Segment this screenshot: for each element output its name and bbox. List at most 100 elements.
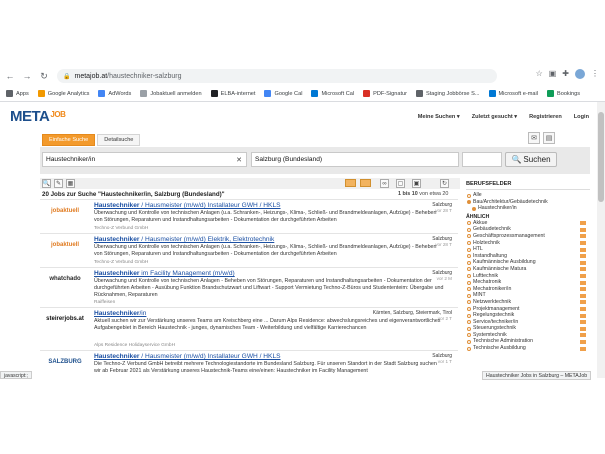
radio-icon[interactable] — [467, 300, 471, 305]
company-logo[interactable]: whatchado — [42, 271, 88, 287]
pin-icon[interactable]: ✎ — [54, 179, 63, 188]
company-logo[interactable]: steirerjobs.at — [42, 311, 88, 327]
location-input[interactable]: Salzburg (Bundesland) — [251, 152, 459, 167]
similar-item[interactable]: Mechatroniker/in — [466, 286, 590, 293]
print-icon[interactable]: ▢ — [396, 179, 405, 188]
similar-item[interactable]: Regelungstechnik — [466, 312, 590, 319]
company-logo[interactable]: jobaktuell — [42, 237, 88, 253]
clear-icon[interactable]: ✕ — [236, 156, 242, 164]
nav-login[interactable]: Login — [574, 114, 589, 120]
radio-icon[interactable] — [467, 260, 471, 265]
back-arrow-icon[interactable]: ← — [3, 69, 17, 83]
result-title-link[interactable]: Haustechniker / Hausmeister (m/w/d) Inst… — [94, 353, 281, 360]
radius-select[interactable] — [462, 152, 502, 167]
tab-detail-search[interactable]: Detailsuche — [97, 134, 141, 146]
similar-item[interactable]: MINT — [466, 292, 590, 299]
radio-icon[interactable] — [467, 280, 471, 285]
radio-icon[interactable] — [467, 247, 471, 252]
similar-item[interactable]: Technische Ausbildung — [466, 345, 590, 352]
similar-item[interactable]: Technische Administration — [466, 338, 590, 345]
forward-arrow-icon[interactable]: → — [20, 69, 34, 83]
similar-item[interactable]: Mechatronik — [466, 279, 590, 286]
similar-item[interactable]: Systemtechnik — [466, 332, 590, 339]
page-scrollbar[interactable] — [597, 102, 605, 378]
radio-icon[interactable] — [467, 241, 471, 246]
similar-item[interactable]: Kaufmännische Ausbildung — [466, 259, 590, 266]
sidebar-filter-item[interactable]: Bau/Architektur/Gebäudetechnik — [466, 199, 590, 206]
result-title-link[interactable]: Haustechniker im Facility Management (m/… — [94, 270, 235, 277]
menu-dots-icon[interactable]: ⋮ — [591, 69, 599, 79]
tab-simple-search[interactable]: Einfache Suche — [42, 134, 96, 146]
bookmark-item[interactable]: AdWords — [98, 90, 131, 97]
compact-view-icon[interactable] — [360, 179, 371, 187]
bookmark-item[interactable]: Microsoft Cal — [311, 90, 354, 97]
address-bar[interactable]: 🔒 metajob.at /haustechniker-salzburg — [57, 69, 497, 83]
similar-item[interactable]: Akkue — [466, 220, 590, 227]
similar-item[interactable]: Holztechnik — [466, 240, 590, 247]
bookmark-item[interactable]: Staging Jobbörse S... — [416, 90, 480, 97]
bookmark-item[interactable]: Apps — [6, 90, 29, 97]
radio-icon[interactable] — [467, 313, 471, 318]
save-icon[interactable]: ▤ — [543, 132, 555, 144]
similar-item[interactable]: HTL — [466, 246, 590, 253]
search-button[interactable]: 🔍 Suchen — [505, 152, 557, 167]
radio-icon[interactable] — [467, 254, 471, 259]
puzzle-icon[interactable]: ✚ — [562, 69, 569, 79]
magnifier-icon[interactable]: 🔍 — [42, 179, 51, 188]
radio-icon[interactable] — [472, 206, 476, 211]
similar-item[interactable]: Gebäudetechnik — [466, 226, 590, 233]
radio-icon[interactable] — [467, 193, 471, 198]
bookmark-item[interactable]: Bookings — [546, 90, 580, 97]
result-title-link[interactable]: Haustechniker/in — [94, 310, 146, 317]
sidebar-filter-item[interactable]: Alle — [466, 192, 590, 199]
similar-item[interactable]: Netzwerktechnik — [466, 299, 590, 306]
radio-icon[interactable] — [467, 326, 471, 331]
nav-recent-searches[interactable]: Zuletzt gesucht ▾ — [472, 114, 517, 120]
filter-icon[interactable]: ▦ — [66, 179, 75, 188]
star-icon[interactable]: ☆ — [536, 69, 543, 79]
result-title-link[interactable]: Haustechniker / Hausmeister (m/w/d) Inst… — [94, 202, 281, 209]
metajob-logo[interactable]: METAJOB — [10, 108, 66, 125]
mail-icon[interactable]: ✉ — [528, 132, 540, 144]
sidebar-filter-item[interactable]: Haustechniker/in — [466, 205, 590, 212]
reload-icon[interactable]: ↻ — [37, 69, 51, 83]
radio-icon[interactable] — [467, 320, 471, 325]
radio-icon[interactable] — [467, 234, 471, 239]
bookmark-item[interactable]: PDF-Signatur — [363, 90, 407, 97]
similar-item[interactable]: Projektmanagement — [466, 306, 590, 313]
bookmark-item[interactable]: Google Cal — [264, 90, 302, 97]
radio-icon[interactable] — [467, 333, 471, 338]
similar-item[interactable]: Instandhaltung — [466, 253, 590, 260]
radio-icon[interactable] — [467, 346, 471, 351]
similar-item[interactable]: Kaufmännische Matura — [466, 266, 590, 273]
similar-item[interactable]: Geschäftsprozessmanagement — [466, 233, 590, 240]
keyword-input[interactable]: Haustechniker/in ✕ — [42, 152, 247, 167]
bookmark-item[interactable]: Google Analytics — [37, 90, 89, 97]
radio-icon[interactable] — [467, 227, 471, 232]
radio-icon[interactable] — [467, 274, 471, 279]
refresh-icon[interactable]: ↻ — [440, 179, 449, 188]
similar-item[interactable]: Lufttechnik — [466, 273, 590, 280]
similar-item[interactable]: Service/techniker/in — [466, 319, 590, 326]
radio-icon[interactable] — [467, 221, 471, 226]
bookmark-item[interactable]: ELBA-internet — [210, 90, 255, 97]
list-view-icon[interactable] — [345, 179, 356, 187]
radio-icon[interactable] — [467, 287, 471, 292]
nav-my-searches[interactable]: Meine Suchen ▾ — [418, 114, 460, 120]
nav-register[interactable]: Registrieren — [529, 114, 562, 120]
radio-icon[interactable] — [467, 339, 471, 344]
company-logo[interactable]: SALZBURG — [42, 354, 88, 370]
link-icon[interactable]: ∞ — [380, 179, 389, 188]
scrollbar-thumb[interactable] — [598, 112, 604, 202]
radio-icon[interactable] — [467, 307, 471, 311]
bookmark-item[interactable]: Microsoft e-mail — [488, 90, 538, 97]
bookmark-item[interactable]: Jobaktuell anmelden — [140, 90, 202, 97]
result-title-link[interactable]: Haustechniker / Hausmeister (m/w/d) Elek… — [94, 236, 274, 243]
radio-icon[interactable] — [467, 267, 471, 272]
radio-icon[interactable] — [467, 200, 471, 205]
company-logo[interactable]: jobaktuell — [42, 203, 88, 219]
share-icon[interactable]: ▣ — [412, 179, 421, 188]
extension-icon[interactable]: ▣ — [549, 69, 557, 79]
radio-icon[interactable] — [467, 293, 471, 298]
similar-item[interactable]: Steuerungstechnik — [466, 325, 590, 332]
